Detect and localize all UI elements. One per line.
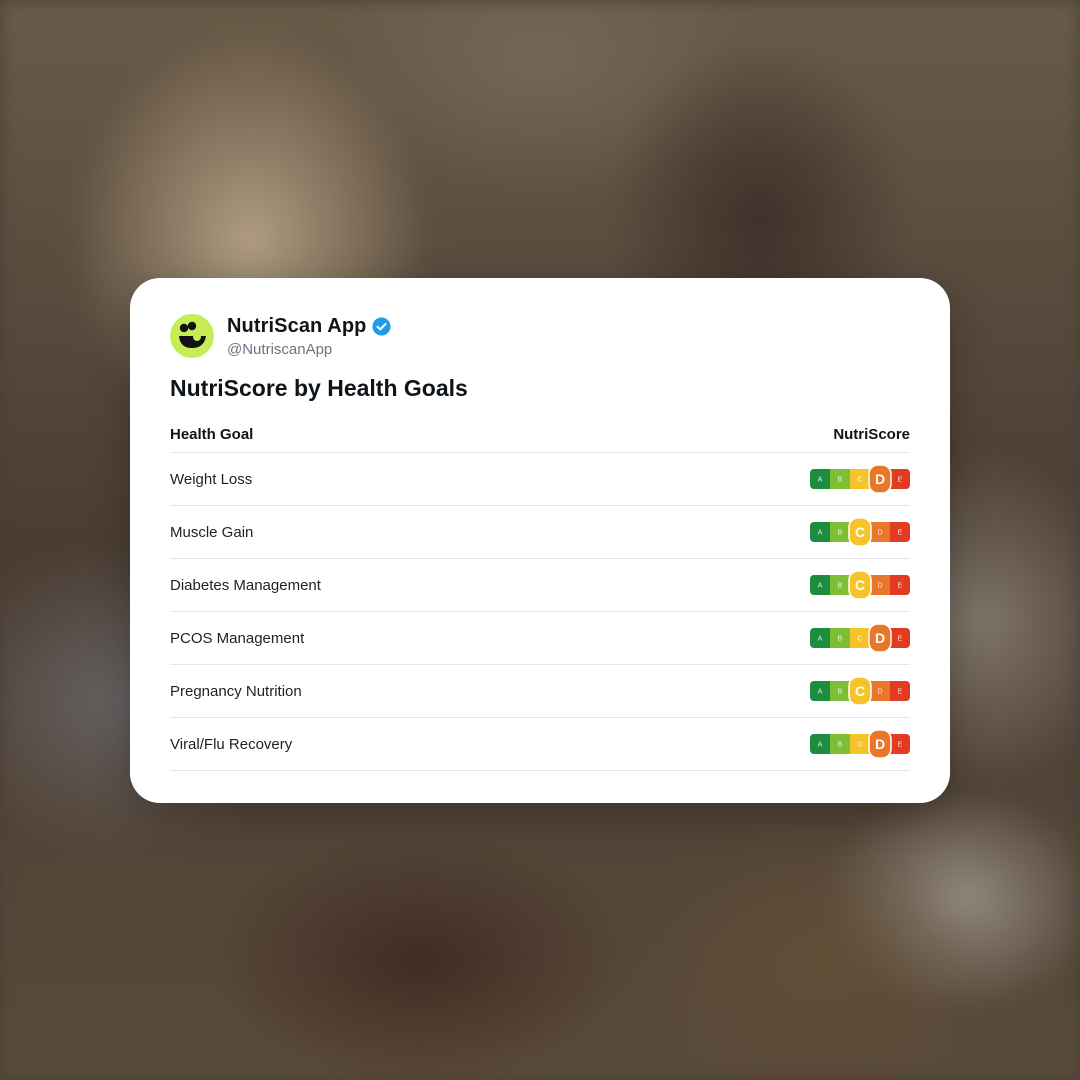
nutriscore-scale: A B C ED [810, 465, 910, 493]
nutriscore-badge: ABCED [810, 730, 910, 758]
nutriscore-grade-label: A [818, 636, 823, 643]
header-health-goal: Health Goal [170, 417, 616, 453]
nutriscore-grade-label: B [838, 583, 843, 590]
nutriscore-active-grade-label: D [875, 736, 885, 752]
nutriscore-grade-label: E [898, 636, 903, 643]
nutriscore-grade-label: D [877, 530, 882, 537]
table-row: PCOS Management A B C E D [170, 611, 910, 665]
account-names: NutriScan App @NutriscanApp [227, 315, 391, 358]
nutriscore-grade-label: A [818, 583, 823, 590]
table-row: Weight Loss A B C E D [170, 452, 910, 506]
health-goal-label: Muscle Gain [170, 505, 616, 559]
nutriscore-grade-label: E [898, 742, 903, 749]
nutriscore-grade-label: A [818, 689, 823, 696]
nutriscore-active-grade-label: C [855, 524, 865, 540]
nutriscore-cell: ABCED [615, 452, 910, 506]
post-title: NutriScore by Health Goals [170, 375, 468, 401]
nutriscore-badge: ABDEC [810, 677, 910, 705]
nutriscore-grade-label: A [818, 477, 823, 484]
health-goal-label: Weight Loss [170, 452, 616, 506]
nutriscore-cell: ABDEC [615, 664, 910, 718]
table-row: Pregnancy Nutrition A B D E C [170, 664, 910, 718]
nutriscore-scale: A B D EC [810, 571, 910, 599]
nutriscore-grade-label: C [857, 742, 862, 749]
table-row: Viral/Flu Recovery A B C E D [170, 717, 910, 771]
nutriscore-grade-label: E [898, 689, 903, 696]
nutriscore-active-grade-label: C [855, 683, 865, 699]
health-goals-table: Health Goal NutriScore Weight Loss ABCED… [170, 417, 910, 771]
nutriscore-cell: ABDEC [615, 505, 910, 559]
nutriscore-badge: ABDEC [810, 571, 910, 599]
account-handle[interactable]: @NutriscanApp [227, 341, 391, 358]
nutriscore-grade-label: A [818, 530, 823, 537]
nutriscore-grade-label: C [857, 636, 862, 643]
nutriscore-active-grade-label: D [875, 630, 885, 646]
post-card: NutriScan App @NutriscanApp NutriScore b… [130, 278, 950, 803]
display-name[interactable]: NutriScan App [227, 315, 366, 338]
nutriscore-grade-label: B [838, 530, 843, 537]
nutriscore-scale: A B C ED [810, 624, 910, 652]
nutriscore-grade-label: B [838, 636, 843, 643]
health-goal-label: PCOS Management [170, 611, 616, 665]
name-row: NutriScan App [227, 315, 391, 338]
nutriscore-grade-label: C [857, 477, 862, 484]
nutriscore-grade-label: D [877, 689, 882, 696]
nutriscore-badge: ABCED [810, 465, 910, 493]
nutriscore-grade-label: E [898, 530, 903, 537]
nutriscore-grade-label: D [877, 583, 882, 590]
post-header: NutriScan App @NutriscanApp [170, 314, 391, 358]
nutriscore-active-grade-label: D [875, 471, 885, 487]
nutriscore-active-grade-label: C [855, 577, 865, 593]
health-goal-label: Pregnancy Nutrition [170, 664, 616, 718]
nutriscore-badge: ABCED [810, 624, 910, 652]
nutriscore-grade-label: B [838, 742, 843, 749]
nutriscore-grade-label: B [838, 477, 843, 484]
health-goal-label: Viral/Flu Recovery [170, 717, 616, 771]
nutriscore-cell: ABCED [615, 611, 910, 665]
nutriscore-grade-label: A [818, 742, 823, 749]
table-header-row: Health Goal NutriScore [170, 417, 910, 453]
nutriscore-scale: A B D EC [810, 518, 910, 546]
nutriscore-grade-label: E [898, 583, 903, 590]
nutriscore-scale: A B C ED [810, 730, 910, 758]
nutriscore-cell: ABDEC [615, 558, 910, 612]
header-nutriscore: NutriScore [615, 417, 910, 453]
nutriscore-grade-label: B [838, 689, 843, 696]
table-row: Muscle Gain A B D E C [170, 505, 910, 559]
nutriscore-cell: ABCED [615, 717, 910, 771]
nutriscan-logo-icon[interactable] [170, 314, 214, 358]
verified-badge-icon [372, 316, 391, 336]
nutriscore-scale: A B D EC [810, 677, 910, 705]
health-goal-label: Diabetes Management [170, 558, 616, 612]
nutriscore-badge: ABDEC [810, 518, 910, 546]
table-row: Diabetes Management A B D E C [170, 558, 910, 612]
nutriscore-grade-label: E [898, 477, 903, 484]
